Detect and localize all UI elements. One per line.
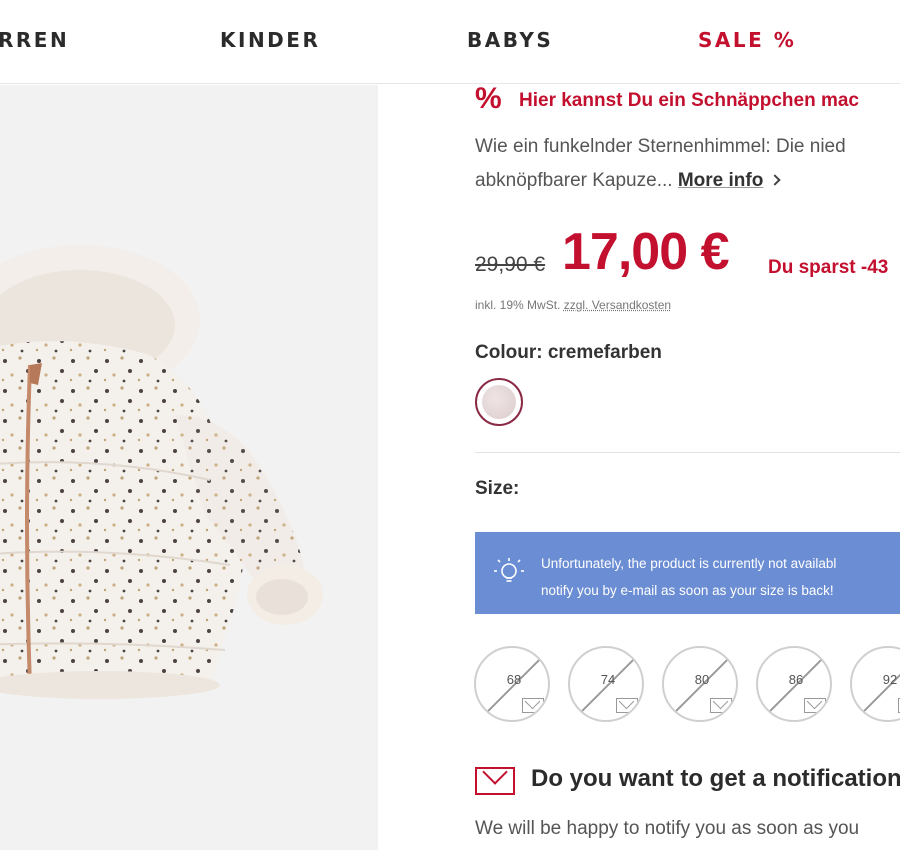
notification-text: We will be happy to notify you as soon a…: [475, 818, 860, 839]
deal-banner: % Hier kannst Du ein Schnäppchen mac: [475, 82, 900, 116]
notice-text: Unfortunately, the product is currently …: [541, 550, 900, 604]
lightbulb-icon: [494, 558, 524, 582]
envelope-icon: [475, 767, 515, 795]
nav-item-babys[interactable]: BABYS: [467, 28, 553, 52]
size-value: 74: [600, 672, 616, 687]
description-line-1: Wie ein funkelnder Sternenhimmel: Die ni…: [475, 136, 846, 157]
description-line-2: abknöpfbarer Kapuze... More info: [475, 164, 900, 198]
product-image[interactable]: [0, 85, 378, 850]
baby-jacket-illustration: [0, 245, 323, 699]
size-option-80[interactable]: 80: [662, 646, 738, 722]
old-price: 29,90 €: [475, 253, 546, 276]
mail-icon: [616, 698, 638, 713]
swatch-fill: [482, 385, 516, 419]
size-option-92[interactable]: 92: [850, 646, 900, 722]
description-line-2-text: abknöpfbarer Kapuze...: [475, 170, 673, 191]
divider: [475, 452, 900, 453]
chevron-right-icon[interactable]: [769, 174, 781, 186]
notice-line-1: Unfortunately, the product is currently …: [541, 556, 837, 571]
notification-title: Do you want to get a notification: [531, 765, 900, 792]
size-value: 92: [882, 672, 898, 687]
savings-badge: Du sparst -43: [768, 257, 889, 278]
size-option-74[interactable]: 74: [568, 646, 644, 722]
more-info-link[interactable]: More info: [678, 170, 764, 191]
nav-item-kinder[interactable]: KINDER: [220, 28, 320, 52]
shipping-costs-link[interactable]: zzgl. Versandkosten: [564, 298, 671, 312]
mail-icon: [710, 698, 732, 713]
mail-icon: [522, 698, 544, 713]
product-description: Wie ein funkelnder Sternenhimmel: Die ni…: [475, 130, 900, 198]
top-navigation: RREN KINDER BABYS SALE %: [0, 0, 900, 84]
notice-line-2: notify you by e-mail as soon as your siz…: [541, 583, 834, 598]
colour-label: Colour: cremefarben: [475, 342, 662, 363]
size-value: 80: [694, 672, 710, 687]
size-unavailable-notice: Unfortunately, the product is currently …: [475, 532, 900, 614]
size-label: Size:: [475, 478, 520, 499]
size-option-68[interactable]: 68: [474, 646, 550, 722]
size-option-86[interactable]: 86: [756, 646, 832, 722]
vat-note: inkl. 19% MwSt. zzgl. Versandkosten: [475, 298, 671, 312]
percent-icon: %: [475, 82, 502, 115]
size-value: 86: [788, 672, 804, 687]
nav-item-sale[interactable]: SALE %: [698, 28, 796, 52]
vat-prefix: inkl. 19% MwSt.: [475, 298, 561, 312]
nav-item-herren[interactable]: RREN: [0, 28, 69, 52]
colour-swatch-cremefarben[interactable]: [475, 378, 523, 426]
deal-text: Hier kannst Du ein Schnäppchen mac: [519, 90, 859, 111]
mail-icon: [804, 698, 826, 713]
size-value: 68: [506, 672, 522, 687]
sale-price: 17,00 €: [562, 223, 729, 281]
